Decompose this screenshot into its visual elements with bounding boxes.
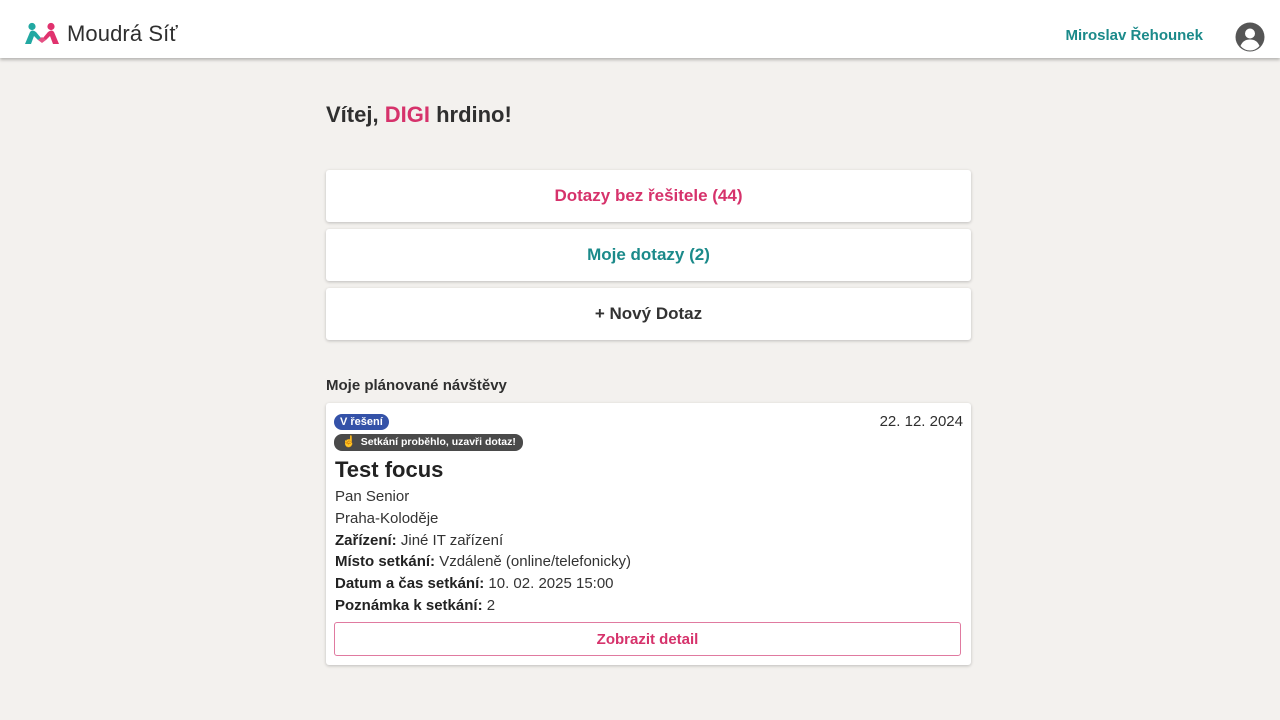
place-row: Místo setkání: Vzdáleně (online/telefoni… [335,551,631,573]
visit-date: 22. 12. 2024 [879,413,963,430]
welcome-accent: DIGI [384,102,430,127]
user-account-icon [1235,22,1265,52]
welcome-suffix: hrdino! [436,102,512,127]
page-title: Vítej, DIGI hrdino! [326,102,971,132]
new-query-button[interactable]: + Nový Dotaz [326,288,971,340]
datetime-value: 10. 02. 2025 15:00 [488,575,614,593]
place-label: Místo setkání: [335,553,436,571]
planned-visits-heading: Moje plánované návštěvy [326,377,507,394]
app-name: Moudrá Síť [67,21,178,46]
note-label: Poznámka k setkání: [335,596,483,614]
unassigned-queries-button[interactable]: Dotazy bez řešitele (44) [326,170,971,222]
user-name-link[interactable]: Miroslav Řehounek [1065,27,1203,44]
senior-name: Pan Senior [335,488,410,505]
pointing-hand-icon: ☝ [342,436,356,448]
logo-people-icon [25,22,59,44]
visit-card: V řešení ☝ Setkání proběhlo, uzavři dotaz… [326,403,971,665]
visit-details: Pan Senior Praha-Koloděje Zařízení: Jiné… [335,486,631,617]
device-label: Zařízení: [335,531,397,549]
top-bar: Moudrá Síť Miroslav Řehounek [0,0,1280,58]
meeting-done-badge: ☝ Setkání proběhlo, uzavři dotaz! [334,434,523,451]
note-row: Poznámka k setkání: 2 [335,595,631,617]
senior-location: Praha-Koloděje [335,509,439,527]
device-row: Zařízení: Jiné IT zařízení [335,530,631,552]
device-value: Jiné IT zařízení [400,531,504,549]
datetime-label: Datum a čas setkání: [335,575,485,593]
note-value: 2 [486,596,496,614]
main-content: Vítej, DIGI hrdino! Dotazy bez řešitele … [326,58,971,665]
status-badge: V řešení [334,414,389,430]
avatar[interactable] [1235,22,1265,52]
visit-title: Test focus [335,457,444,482]
show-detail-button[interactable]: Zobrazit detail [334,622,961,656]
place-value: Vzdáleně (online/telefonicky) [439,553,631,571]
datetime-row: Datum a čas setkání: 10. 02. 2025 15:00 [335,573,631,595]
logo[interactable]: Moudrá Síť [24,20,178,48]
meeting-done-text: Setkání proběhlo, uzavři dotaz! [360,436,516,448]
my-queries-button[interactable]: Moje dotazy (2) [326,229,971,281]
welcome-prefix: Vítej, [326,102,379,127]
